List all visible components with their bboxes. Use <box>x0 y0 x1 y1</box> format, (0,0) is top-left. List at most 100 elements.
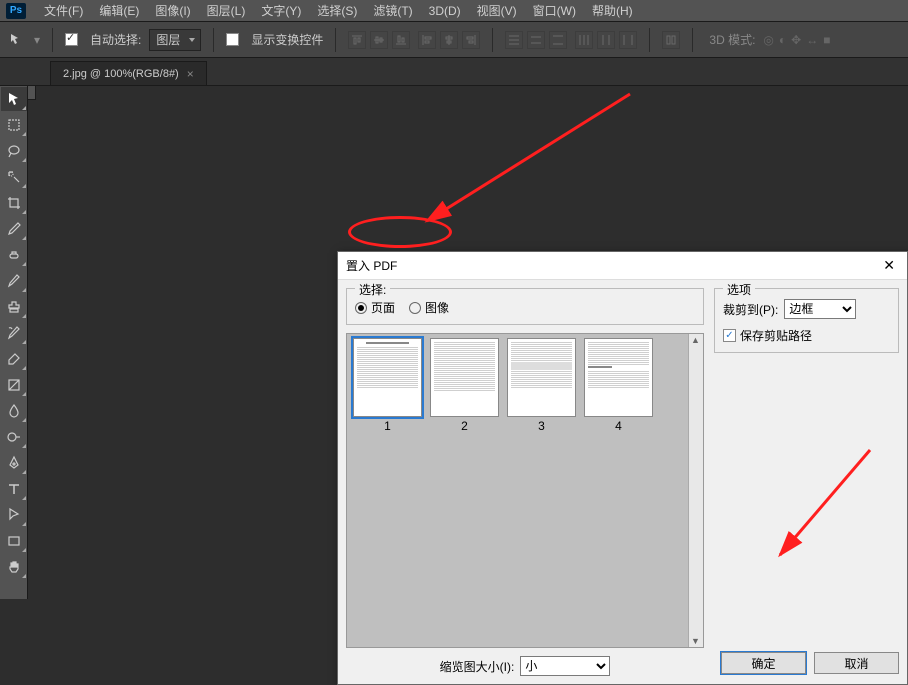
align-top-icon[interactable] <box>348 31 366 49</box>
menu-3d[interactable]: 3D(D) <box>421 0 469 21</box>
document-tab-strip: 2.jpg @ 100%(RGB/8#) × <box>0 58 908 86</box>
path-select-tool[interactable] <box>1 503 27 527</box>
pen-tool[interactable] <box>1 451 27 475</box>
distribute-icons-group-2 <box>575 31 637 49</box>
pdf-page-thumb-2[interactable]: 2 <box>428 338 501 433</box>
thumb-label: 2 <box>461 419 468 433</box>
marquee-tool[interactable] <box>1 113 27 137</box>
menu-window[interactable]: 窗口(W) <box>525 0 584 21</box>
slide-3d-icon[interactable]: ↔ <box>806 33 818 47</box>
document-tab[interactable]: 2.jpg @ 100%(RGB/8#) × <box>50 61 207 85</box>
distribute-icons-group-1 <box>505 31 567 49</box>
document-tab-title: 2.jpg @ 100%(RGB/8#) <box>63 68 179 80</box>
crop-tool[interactable] <box>1 191 27 215</box>
radio-page[interactable]: 页面 <box>355 299 395 316</box>
align-right-icon[interactable] <box>462 31 480 49</box>
hand-tool[interactable] <box>1 555 27 579</box>
auto-select-checkbox[interactable] <box>65 33 78 46</box>
menu-view[interactable]: 视图(V) <box>469 0 525 21</box>
zoom-3d-icon[interactable]: ■ <box>823 33 830 47</box>
align-icons-group-1 <box>348 31 410 49</box>
mode-3d-icons: ◎ ◐ ✥ ↔ ■ <box>763 33 830 47</box>
orbit-3d-icon[interactable]: ◎ <box>763 33 773 47</box>
thumb-label: 3 <box>538 419 545 433</box>
pan-3d-icon[interactable]: ✥ <box>791 33 801 47</box>
thumbnail-area: 1 2 3 4 <box>346 333 704 648</box>
pdf-page-thumb-1[interactable]: 1 <box>351 338 424 433</box>
menu-type[interactable]: 文字(Y) <box>253 0 309 21</box>
dist-vcenter-icon[interactable] <box>527 31 545 49</box>
history-brush-tool[interactable] <box>1 321 27 345</box>
blur-tool[interactable] <box>1 399 27 423</box>
pdf-page-thumb-3[interactable]: 3 <box>505 338 578 433</box>
healing-brush-tool[interactable] <box>1 243 27 267</box>
roll-3d-icon[interactable]: ◐ <box>779 33 786 47</box>
cancel-button[interactable]: 取消 <box>814 652 899 674</box>
select-groupbox: 选择: 页面 图像 <box>346 288 704 325</box>
menubar: Ps 文件(F) 编辑(E) 图像(I) 图层(L) 文字(Y) 选择(S) 滤… <box>0 0 908 22</box>
menu-select[interactable]: 选择(S) <box>309 0 365 21</box>
mode-3d-label: 3D 模式: <box>709 31 755 48</box>
auto-select-label: 自动选择: <box>90 31 141 48</box>
document-tab-close-icon[interactable]: × <box>187 67 194 81</box>
menu-image[interactable]: 图像(I) <box>147 0 198 21</box>
menu-filter[interactable]: 滤镜(T) <box>365 0 420 21</box>
preserve-clip-checkbox[interactable]: ✓ <box>723 329 736 342</box>
menu-file[interactable]: 文件(F) <box>36 0 91 21</box>
align-bottom-icon[interactable] <box>392 31 410 49</box>
crop-to-label: 裁剪到(P): <box>723 301 778 318</box>
dialog-close-icon[interactable]: ✕ <box>879 257 899 274</box>
workspace: 置入 PDF ✕ 选择: 页面 图像 <box>0 86 908 599</box>
brush-tool[interactable] <box>1 269 27 293</box>
dialog-titlebar[interactable]: 置入 PDF ✕ <box>338 252 907 280</box>
clone-stamp-tool[interactable] <box>1 295 27 319</box>
ok-button[interactable]: 确定 <box>721 652 806 674</box>
dist-right-icon[interactable] <box>619 31 637 49</box>
show-transform-label: 显示变换控件 <box>251 31 323 48</box>
move-tool-icon <box>8 31 26 49</box>
radio-image[interactable]: 图像 <box>409 299 449 316</box>
thumb-size-label: 缩览图大小(I): <box>440 658 515 675</box>
auto-align-icon[interactable] <box>662 31 680 49</box>
radio-image-label: 图像 <box>425 299 449 316</box>
thumb-scrollbar[interactable] <box>688 334 703 647</box>
dist-bottom-icon[interactable] <box>549 31 567 49</box>
thumb-label: 1 <box>384 419 391 433</box>
thumb-label: 4 <box>615 419 622 433</box>
radio-page-label: 页面 <box>371 299 395 316</box>
show-transform-checkbox[interactable] <box>226 33 239 46</box>
thumb-size-select[interactable]: 小 <box>520 656 610 676</box>
eraser-tool[interactable] <box>1 347 27 371</box>
align-hcenter-icon[interactable] <box>440 31 458 49</box>
radio-dot-icon <box>409 302 421 314</box>
menu-help[interactable]: 帮助(H) <box>584 0 641 21</box>
app-logo: Ps <box>6 3 26 19</box>
options-groupbox: 选项 裁剪到(P): 边框 ✓ 保存剪贴路径 <box>714 288 899 353</box>
radio-dot-icon <box>355 302 367 314</box>
align-vcenter-icon[interactable] <box>370 31 388 49</box>
options-legend: 选项 <box>723 281 755 298</box>
shape-tool[interactable] <box>1 529 27 553</box>
place-pdf-dialog: 置入 PDF ✕ 选择: 页面 图像 <box>337 251 908 685</box>
dialog-title: 置入 PDF <box>346 257 397 274</box>
dist-top-icon[interactable] <box>505 31 523 49</box>
preserve-clip-label: 保存剪贴路径 <box>740 327 812 344</box>
crop-to-select[interactable]: 边框 <box>784 299 856 319</box>
eyedropper-tool[interactable] <box>1 217 27 241</box>
gradient-tool[interactable] <box>1 373 27 397</box>
auto-select-dropdown[interactable]: 图层 <box>149 29 201 51</box>
menu-layer[interactable]: 图层(L) <box>199 0 254 21</box>
menu-edit[interactable]: 编辑(E) <box>91 0 147 21</box>
toolbar <box>0 86 28 599</box>
toolbar-flyout-handle[interactable] <box>28 86 36 100</box>
options-bar: ▾ 自动选择: 图层 显示变换控件 3D 模式: ◎ ◐ ✥ ↔ ■ <box>0 22 908 58</box>
type-tool[interactable] <box>1 477 27 501</box>
dist-hcenter-icon[interactable] <box>597 31 615 49</box>
dodge-tool[interactable] <box>1 425 27 449</box>
dist-left-icon[interactable] <box>575 31 593 49</box>
quick-select-tool[interactable] <box>1 165 27 189</box>
pdf-page-thumb-4[interactable]: 4 <box>582 338 655 433</box>
move-tool[interactable] <box>1 87 27 111</box>
align-left-icon[interactable] <box>418 31 436 49</box>
lasso-tool[interactable] <box>1 139 27 163</box>
